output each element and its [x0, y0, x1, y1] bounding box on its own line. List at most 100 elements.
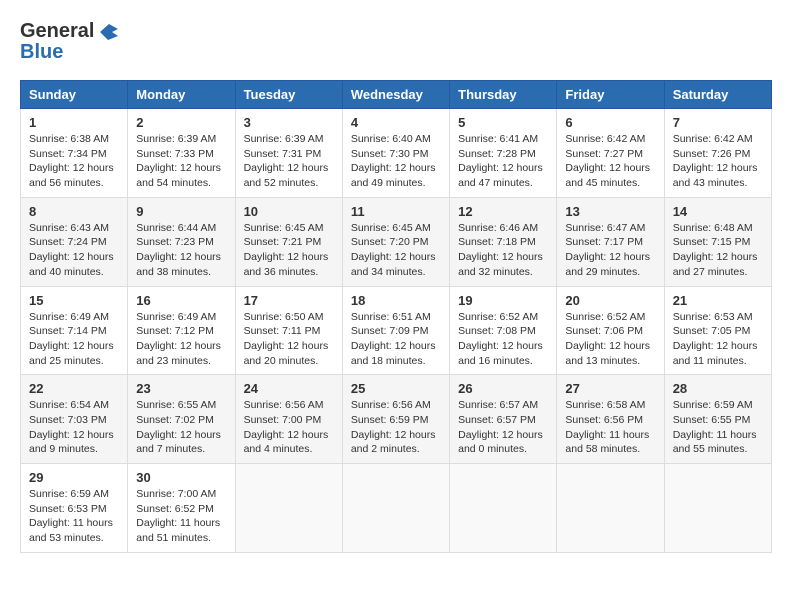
day-number: 11 — [351, 204, 441, 219]
day-info: Sunrise: 6:44 AM Sunset: 7:23 PM Dayligh… — [136, 221, 226, 280]
day-info: Sunrise: 6:48 AM Sunset: 7:15 PM Dayligh… — [673, 221, 763, 280]
calendar-day-cell: 8 Sunrise: 6:43 AM Sunset: 7:24 PM Daylig… — [21, 197, 128, 286]
weekday-header: Tuesday — [235, 81, 342, 109]
weekday-header: Sunday — [21, 81, 128, 109]
calendar-day-cell: 29Sunrise: 6:59 AM Sunset: 6:53 PM Dayli… — [21, 464, 128, 553]
weekday-header: Wednesday — [342, 81, 449, 109]
day-info: Sunrise: 6:55 AM Sunset: 7:02 PM Dayligh… — [136, 398, 226, 457]
weekday-header: Friday — [557, 81, 664, 109]
day-number: 20 — [565, 293, 655, 308]
day-info: Sunrise: 6:42 AM Sunset: 7:27 PM Dayligh… — [565, 132, 655, 191]
calendar-header-row: SundayMondayTuesdayWednesdayThursdayFrid… — [21, 81, 772, 109]
day-info: Sunrise: 6:54 AM Sunset: 7:03 PM Dayligh… — [29, 398, 119, 457]
calendar-day-cell — [450, 464, 557, 553]
day-number: 12 — [458, 204, 548, 219]
calendar-day-cell: 28 Sunrise: 6:59 AM Sunset: 6:55 PM Dayli… — [664, 375, 771, 464]
day-info: Sunrise: 6:56 AM Sunset: 7:00 PM Dayligh… — [244, 398, 334, 457]
calendar-day-cell: 15Sunrise: 6:49 AM Sunset: 7:14 PM Dayli… — [21, 286, 128, 375]
day-number: 29 — [29, 470, 119, 485]
calendar-day-cell: 4 Sunrise: 6:40 AM Sunset: 7:30 PM Daylig… — [342, 109, 449, 198]
day-info: Sunrise: 6:39 AM Sunset: 7:31 PM Dayligh… — [244, 132, 334, 191]
day-number: 22 — [29, 381, 119, 396]
day-info: Sunrise: 6:51 AM Sunset: 7:09 PM Dayligh… — [351, 310, 441, 369]
calendar-day-cell: 17Sunrise: 6:50 AM Sunset: 7:11 PM Dayli… — [235, 286, 342, 375]
day-info: Sunrise: 6:56 AM Sunset: 6:59 PM Dayligh… — [351, 398, 441, 457]
weekday-header: Monday — [128, 81, 235, 109]
calendar-day-cell: 6 Sunrise: 6:42 AM Sunset: 7:27 PM Daylig… — [557, 109, 664, 198]
calendar-day-cell: 26Sunrise: 6:57 AM Sunset: 6:57 PM Dayli… — [450, 375, 557, 464]
day-info: Sunrise: 6:52 AM Sunset: 7:08 PM Dayligh… — [458, 310, 548, 369]
calendar-day-cell: 16 Sunrise: 6:49 AM Sunset: 7:12 PM Dayli… — [128, 286, 235, 375]
day-info: Sunrise: 6:53 AM Sunset: 7:05 PM Dayligh… — [673, 310, 763, 369]
day-info: Sunrise: 6:39 AM Sunset: 7:33 PM Dayligh… — [136, 132, 226, 191]
day-number: 9 — [136, 204, 226, 219]
day-number: 6 — [565, 115, 655, 130]
calendar-day-cell — [557, 464, 664, 553]
logo-blue-text: Blue — [20, 41, 63, 64]
calendar-day-cell: 20 Sunrise: 6:52 AM Sunset: 7:06 PM Dayli… — [557, 286, 664, 375]
calendar-day-cell: 10Sunrise: 6:45 AM Sunset: 7:21 PM Dayli… — [235, 197, 342, 286]
weekday-header: Saturday — [664, 81, 771, 109]
calendar-week-row: 8 Sunrise: 6:43 AM Sunset: 7:24 PM Daylig… — [21, 197, 772, 286]
day-info: Sunrise: 6:40 AM Sunset: 7:30 PM Dayligh… — [351, 132, 441, 191]
logo-bird-icon — [96, 22, 122, 42]
weekday-header: Thursday — [450, 81, 557, 109]
day-number: 18 — [351, 293, 441, 308]
day-number: 28 — [673, 381, 763, 396]
day-number: 23 — [136, 381, 226, 396]
day-info: Sunrise: 7:00 AM Sunset: 6:52 PM Dayligh… — [136, 487, 226, 546]
calendar-day-cell: 2 Sunrise: 6:39 AM Sunset: 7:33 PM Daylig… — [128, 109, 235, 198]
day-info: Sunrise: 6:45 AM Sunset: 7:21 PM Dayligh… — [244, 221, 334, 280]
calendar-day-cell — [664, 464, 771, 553]
day-number: 2 — [136, 115, 226, 130]
day-number: 27 — [565, 381, 655, 396]
logo-row: General — [20, 20, 122, 43]
page-header: General Blue — [20, 20, 772, 64]
calendar-day-cell: 27 Sunrise: 6:58 AM Sunset: 6:56 PM Dayli… — [557, 375, 664, 464]
day-info: Sunrise: 6:42 AM Sunset: 7:26 PM Dayligh… — [673, 132, 763, 191]
calendar-table: SundayMondayTuesdayWednesdayThursdayFrid… — [20, 80, 772, 553]
day-info: Sunrise: 6:45 AM Sunset: 7:20 PM Dayligh… — [351, 221, 441, 280]
calendar-week-row: 29Sunrise: 6:59 AM Sunset: 6:53 PM Dayli… — [21, 464, 772, 553]
day-number: 4 — [351, 115, 441, 130]
day-info: Sunrise: 6:52 AM Sunset: 7:06 PM Dayligh… — [565, 310, 655, 369]
day-number: 3 — [244, 115, 334, 130]
day-number: 1 — [29, 115, 119, 130]
day-info: Sunrise: 6:49 AM Sunset: 7:14 PM Dayligh… — [29, 310, 119, 369]
calendar-day-cell: 22 Sunrise: 6:54 AM Sunset: 7:03 PM Dayli… — [21, 375, 128, 464]
calendar-week-row: 15Sunrise: 6:49 AM Sunset: 7:14 PM Dayli… — [21, 286, 772, 375]
calendar-week-row: 22 Sunrise: 6:54 AM Sunset: 7:03 PM Dayli… — [21, 375, 772, 464]
calendar-day-cell: 30Sunrise: 7:00 AM Sunset: 6:52 PM Dayli… — [128, 464, 235, 553]
calendar-day-cell: 13 Sunrise: 6:47 AM Sunset: 7:17 PM Dayli… — [557, 197, 664, 286]
day-number: 24 — [244, 381, 334, 396]
day-number: 7 — [673, 115, 763, 130]
day-info: Sunrise: 6:50 AM Sunset: 7:11 PM Dayligh… — [244, 310, 334, 369]
day-number: 16 — [136, 293, 226, 308]
day-number: 14 — [673, 204, 763, 219]
day-info: Sunrise: 6:59 AM Sunset: 6:55 PM Dayligh… — [673, 398, 763, 457]
day-number: 26 — [458, 381, 548, 396]
day-number: 5 — [458, 115, 548, 130]
calendar-day-cell: 11 Sunrise: 6:45 AM Sunset: 7:20 PM Dayli… — [342, 197, 449, 286]
day-number: 8 — [29, 204, 119, 219]
calendar-day-cell: 1 Sunrise: 6:38 AM Sunset: 7:34 PM Daylig… — [21, 109, 128, 198]
calendar-day-cell: 3 Sunrise: 6:39 AM Sunset: 7:31 PM Daylig… — [235, 109, 342, 198]
day-number: 13 — [565, 204, 655, 219]
calendar-day-cell: 9 Sunrise: 6:44 AM Sunset: 7:23 PM Daylig… — [128, 197, 235, 286]
calendar-day-cell — [342, 464, 449, 553]
day-info: Sunrise: 6:43 AM Sunset: 7:24 PM Dayligh… — [29, 221, 119, 280]
calendar-day-cell — [235, 464, 342, 553]
calendar-day-cell: 25Sunrise: 6:56 AM Sunset: 6:59 PM Dayli… — [342, 375, 449, 464]
day-info: Sunrise: 6:47 AM Sunset: 7:17 PM Dayligh… — [565, 221, 655, 280]
day-info: Sunrise: 6:38 AM Sunset: 7:34 PM Dayligh… — [29, 132, 119, 191]
calendar-week-row: 1 Sunrise: 6:38 AM Sunset: 7:34 PM Daylig… — [21, 109, 772, 198]
day-info: Sunrise: 6:49 AM Sunset: 7:12 PM Dayligh… — [136, 310, 226, 369]
day-info: Sunrise: 6:58 AM Sunset: 6:56 PM Dayligh… — [565, 398, 655, 457]
calendar-day-cell: 23 Sunrise: 6:55 AM Sunset: 7:02 PM Dayli… — [128, 375, 235, 464]
calendar-day-cell: 18 Sunrise: 6:51 AM Sunset: 7:09 PM Dayli… — [342, 286, 449, 375]
calendar-day-cell: 7 Sunrise: 6:42 AM Sunset: 7:26 PM Daylig… — [664, 109, 771, 198]
calendar-day-cell: 14 Sunrise: 6:48 AM Sunset: 7:15 PM Dayli… — [664, 197, 771, 286]
calendar-day-cell: 12Sunrise: 6:46 AM Sunset: 7:18 PM Dayli… — [450, 197, 557, 286]
logo-general-text: General — [20, 20, 94, 43]
day-number: 19 — [458, 293, 548, 308]
